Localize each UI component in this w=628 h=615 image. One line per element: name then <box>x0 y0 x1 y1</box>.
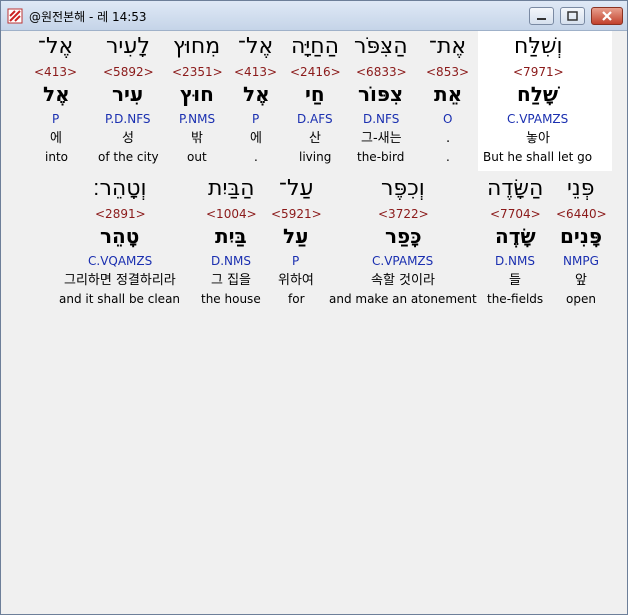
close-icon <box>602 11 612 21</box>
lemma-word: עִיר <box>112 82 144 106</box>
english-gloss: and make an atonement <box>329 292 477 306</box>
lemma-word: אֶל <box>43 82 70 106</box>
strongs-number: <7971> <box>513 65 564 79</box>
strongs-number: <5921> <box>271 207 322 221</box>
korean-gloss: 위하여 <box>278 273 314 288</box>
parse-code: D.NMS <box>211 254 252 268</box>
parse-code: P <box>252 112 260 126</box>
app-window: @원전본해 - 레 14:53 וְשִׁלַּח <7971> שָׁלַח C.V… <box>0 0 628 615</box>
hebrew-word: הַבַּיִת <box>208 176 255 201</box>
english-gloss: . <box>254 150 258 164</box>
lemma-word: עַל <box>283 224 309 248</box>
lemma-word: טָהֵר <box>100 224 140 248</box>
maximize-icon <box>567 11 578 21</box>
english-gloss: for <box>288 292 305 306</box>
korean-gloss: 그 집을 <box>211 273 252 288</box>
korean-gloss: 앞 <box>575 273 587 288</box>
english-gloss: open <box>566 292 596 306</box>
lemma-word: אֶל <box>243 82 270 106</box>
strongs-number: <2416> <box>290 65 341 79</box>
korean-gloss: 산 <box>309 131 321 146</box>
strongs-number: <413> <box>34 65 78 79</box>
english-gloss: living <box>299 150 332 164</box>
parse-code: NMPG <box>563 254 599 268</box>
lemma-word: חוּץ <box>180 82 214 106</box>
strongs-number: <5892> <box>103 65 154 79</box>
hebrew-word: הַשָּׂדֶה <box>487 176 544 201</box>
english-gloss: into <box>45 150 68 164</box>
hebrew-word: לָעִיר <box>106 34 150 59</box>
app-icon <box>7 8 23 24</box>
english-gloss: of the city <box>98 150 159 164</box>
korean-gloss: 속할 것이라 <box>371 273 435 288</box>
hebrew-word: הַצִּפֹּר <box>354 34 408 59</box>
maximize-button[interactable] <box>560 7 585 25</box>
english-gloss: the house <box>201 292 261 306</box>
strongs-number: <3722> <box>378 207 429 221</box>
parse-code: C.VQAMZS <box>88 254 153 268</box>
english-gloss: . <box>446 150 450 164</box>
parse-code: P <box>292 254 300 268</box>
korean-gloss: 에 <box>250 131 262 146</box>
korean-gloss: 놓아 <box>526 131 550 146</box>
strongs-number: <2891> <box>95 207 146 221</box>
hebrew-word: וְכִפֶּר <box>381 176 425 201</box>
parse-code: D.AFS <box>297 112 333 126</box>
hebrew-word: אֶל־ <box>38 34 74 59</box>
parse-code: D.NMS <box>495 254 536 268</box>
hebrew-word: מִחוּץ <box>173 34 221 59</box>
korean-gloss: . <box>446 131 451 146</box>
hebrew-word: וְשִׁלַּח <box>514 34 563 59</box>
strongs-number: <1004> <box>206 207 257 221</box>
lemma-word: פָּנִים <box>560 224 603 248</box>
korean-gloss: 에 <box>50 131 62 146</box>
korean-gloss: 성 <box>122 131 134 146</box>
korean-gloss: 그-새는 <box>361 131 402 146</box>
korean-gloss: 들 <box>509 273 521 288</box>
strongs-number: <853> <box>426 65 470 79</box>
english-gloss: the-bird <box>357 150 405 164</box>
minimize-icon <box>537 18 546 20</box>
english-gloss: out <box>187 150 207 164</box>
hebrew-word: עַל־ <box>279 176 314 201</box>
lemma-word: בַּיִת <box>215 224 247 248</box>
close-button[interactable] <box>591 7 623 25</box>
title-bar[interactable]: @원전본해 - 레 14:53 <box>1 1 627 31</box>
minimize-button[interactable] <box>529 7 554 25</box>
lemma-word: שָׂדֶה <box>495 224 536 248</box>
parse-code: P.D.NFS <box>105 112 151 126</box>
lemma-word: אֵת <box>434 82 463 106</box>
english-gloss: the-fields <box>487 292 544 306</box>
hebrew-word: הַחַיָּה <box>291 34 340 59</box>
english-gloss: But he shall let go <box>483 150 593 164</box>
strongs-number: <6440> <box>556 207 607 221</box>
lemma-word: חַי <box>305 82 325 106</box>
hebrew-word: וְטָהֵר׃ <box>93 176 147 201</box>
parse-code: P.NMS <box>179 112 216 126</box>
parse-code: D.NFS <box>363 112 400 126</box>
lemma-word: כָּפַר <box>385 224 422 248</box>
window-title: @원전본해 - 레 14:53 <box>29 10 147 24</box>
parse-code: P <box>52 112 60 126</box>
korean-gloss: 밖 <box>191 131 203 146</box>
interlinear-view: וְשִׁלַּח <7971> שָׁלַח C.VPAMZS 놓아 But he sh… <box>8 31 625 611</box>
lemma-word: שָׁלַח <box>517 82 559 106</box>
hebrew-word: אֶת־ <box>429 34 467 59</box>
parse-code: O <box>443 112 453 126</box>
lemma-word: צִפּוֹר <box>358 82 404 106</box>
english-gloss: and it shall be clean <box>59 292 181 306</box>
hebrew-word: אֶל־ <box>238 34 274 59</box>
strongs-number: <6833> <box>356 65 407 79</box>
strongs-number: <2351> <box>172 65 223 79</box>
hebrew-word: פְּנֵי <box>567 176 595 201</box>
parse-code: C.VPAMZS <box>372 254 434 268</box>
korean-gloss: 그리하면 정결하리라 <box>64 273 176 288</box>
strongs-number: <7704> <box>490 207 541 221</box>
strongs-number: <413> <box>234 65 278 79</box>
parse-code: C.VPAMZS <box>507 112 569 126</box>
